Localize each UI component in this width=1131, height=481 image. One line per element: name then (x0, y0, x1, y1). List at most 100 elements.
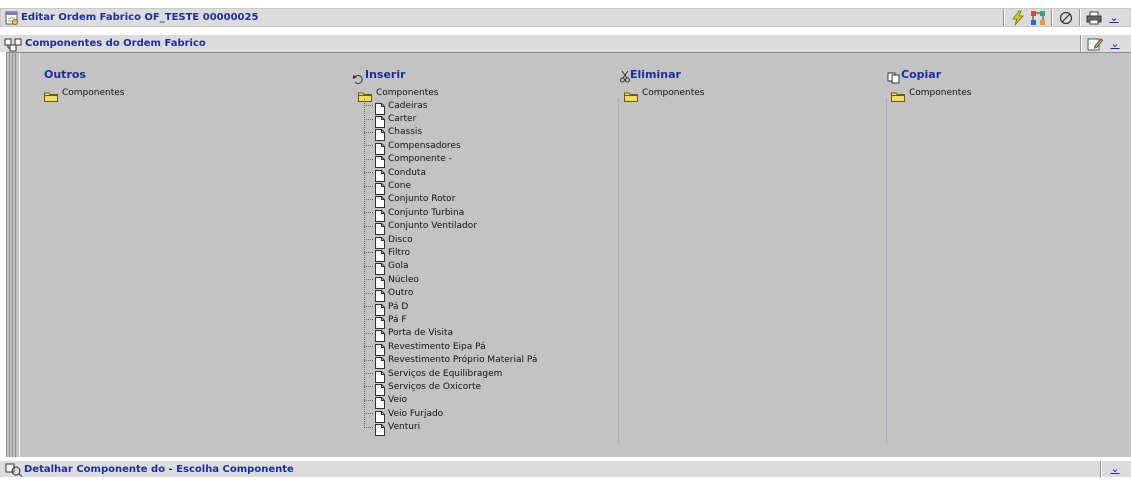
edit-icon[interactable] (1085, 35, 1105, 53)
list-item-label: Núcleo (388, 274, 419, 285)
document-icon (375, 354, 385, 370)
collapse-icon[interactable]: ⌄ (1105, 35, 1125, 53)
tree-branch (364, 359, 373, 361)
list-item[interactable]: Veio Furjado (364, 407, 537, 423)
document-icon (375, 193, 385, 209)
scissors-icon (620, 68, 630, 83)
tree-branch (364, 158, 373, 160)
eliminar-root[interactable]: Componentes (624, 86, 705, 102)
window-title-bar: Editar Ordem Fabrico OF_TESTE 00000025 ⌄ (0, 8, 1131, 27)
list-item[interactable]: Veio (364, 394, 537, 410)
inserir-root[interactable]: Componentes (358, 86, 537, 102)
tree-branch (364, 306, 373, 308)
list-item[interactable]: Conjunto Rotor (364, 193, 537, 209)
document-icon (375, 113, 385, 129)
list-item-label: Carter (388, 114, 417, 125)
tree-branch (364, 292, 373, 294)
tree-branch (364, 319, 373, 321)
list-item[interactable]: Chassis (364, 126, 537, 142)
list-item[interactable]: Serviços de Oxicorte (364, 380, 537, 396)
document-icon (375, 220, 385, 236)
list-item-label: Veio (388, 395, 408, 406)
tree-branch (364, 373, 373, 374)
list-item-label: Conjunto Ventilador (388, 221, 477, 232)
document-icon (375, 368, 385, 383)
tree-branch (364, 265, 373, 267)
collapse-icon[interactable]: ⌄ (1104, 9, 1124, 27)
list-item[interactable]: Revestimento Próprio Material Pá (364, 353, 538, 370)
document-icon (375, 394, 385, 410)
column-divider (886, 99, 887, 443)
list-item-label: Cadeiras (388, 100, 428, 111)
tree-branch (364, 399, 373, 401)
document-icon (375, 234, 385, 249)
print-icon[interactable] (1084, 9, 1104, 27)
list-item-label: Conjunto Turbina (388, 207, 465, 218)
document-icon (375, 100, 385, 115)
list-item[interactable]: Carter (364, 112, 537, 129)
document-icon (375, 381, 385, 396)
list-item[interactable]: Núcleo (364, 273, 537, 289)
document-icon (375, 287, 385, 303)
list-item-label: Cone (388, 181, 412, 192)
list-item-label: Gola (388, 261, 409, 272)
column-outros: Outros Componentes (44, 65, 124, 102)
list-item[interactable]: Outro (364, 286, 537, 303)
list-item[interactable]: Revestimento Eipa Pá (364, 340, 537, 356)
list-item[interactable]: Compensadores (364, 139, 537, 155)
tree-branch (364, 413, 373, 415)
list-item[interactable]: Disco (364, 233, 537, 249)
components-icon (4, 37, 24, 51)
cancel-icon[interactable] (1056, 9, 1076, 27)
column-title-inserir: Inserir (365, 68, 406, 81)
list-item-label: Pá F (388, 314, 407, 325)
tree-branch (364, 426, 373, 428)
list-item[interactable]: Porta de Visita (364, 327, 537, 343)
document-icon (375, 301, 385, 316)
workflow-icon[interactable] (1028, 9, 1048, 27)
list-item[interactable]: Cone (364, 179, 537, 196)
list-item[interactable]: Conduta (364, 166, 537, 182)
document-icon (375, 140, 385, 155)
list-item-label: Compensadores (388, 140, 461, 151)
collapse-icon[interactable]: ⌄ (1105, 460, 1125, 478)
list-item[interactable]: Filtro (364, 246, 537, 262)
list-item-label: Chassis (388, 127, 423, 138)
list-item[interactable]: Pá F (364, 313, 537, 329)
folder-label: Componentes (642, 87, 705, 98)
list-item-label: Revestimento Próprio Material Pá (388, 355, 538, 366)
document-icon (375, 341, 385, 356)
window-title: Editar Ordem Fabrico OF_TESTE 00000025 (21, 12, 259, 23)
list-item-label: Pá D (388, 301, 409, 312)
list-item-label: Venturi (388, 422, 421, 433)
list-item[interactable]: Pá D (364, 300, 537, 316)
list-item-label: Serviços de Equilibragem (388, 368, 503, 379)
column-inserir: Inserir Componentes Cadeiras Carter Chassi… (352, 65, 538, 437)
list-item-label: Componente - (388, 154, 452, 165)
column-title-outros: Outros (44, 68, 86, 81)
calendar-icon (5, 10, 19, 25)
list-item[interactable]: Cadeiras (364, 99, 537, 115)
list-item-label: Serviços de Oxicorte (388, 381, 482, 392)
list-item[interactable]: Venturi (364, 420, 537, 437)
column-title-eliminar: Eliminar (630, 68, 681, 81)
column-eliminar: Eliminar Componentes (620, 65, 705, 102)
copiar-root[interactable]: Componentes (891, 86, 971, 102)
list-item[interactable]: Conjunto Ventilador (364, 220, 537, 236)
column-title-copiar: Copiar (901, 68, 942, 81)
lightning-icon[interactable] (1008, 9, 1028, 27)
list-item-label: Revestimento Eipa Pá (388, 341, 486, 352)
separator (1003, 9, 1005, 26)
document-icon (375, 260, 385, 276)
tree-branch (364, 212, 373, 214)
tree-branch (364, 105, 373, 107)
list-item[interactable]: Gola (364, 260, 537, 276)
document-icon (375, 274, 385, 289)
list-item-label: Outro (388, 288, 414, 299)
document-icon (375, 153, 385, 169)
list-item[interactable]: Conjunto Turbina (364, 206, 537, 222)
outros-root[interactable]: Componentes (44, 86, 124, 102)
tree-branch (364, 145, 373, 147)
list-item[interactable]: Componente - (364, 153, 537, 169)
list-item[interactable]: Serviços de Equilibragem (364, 367, 537, 383)
